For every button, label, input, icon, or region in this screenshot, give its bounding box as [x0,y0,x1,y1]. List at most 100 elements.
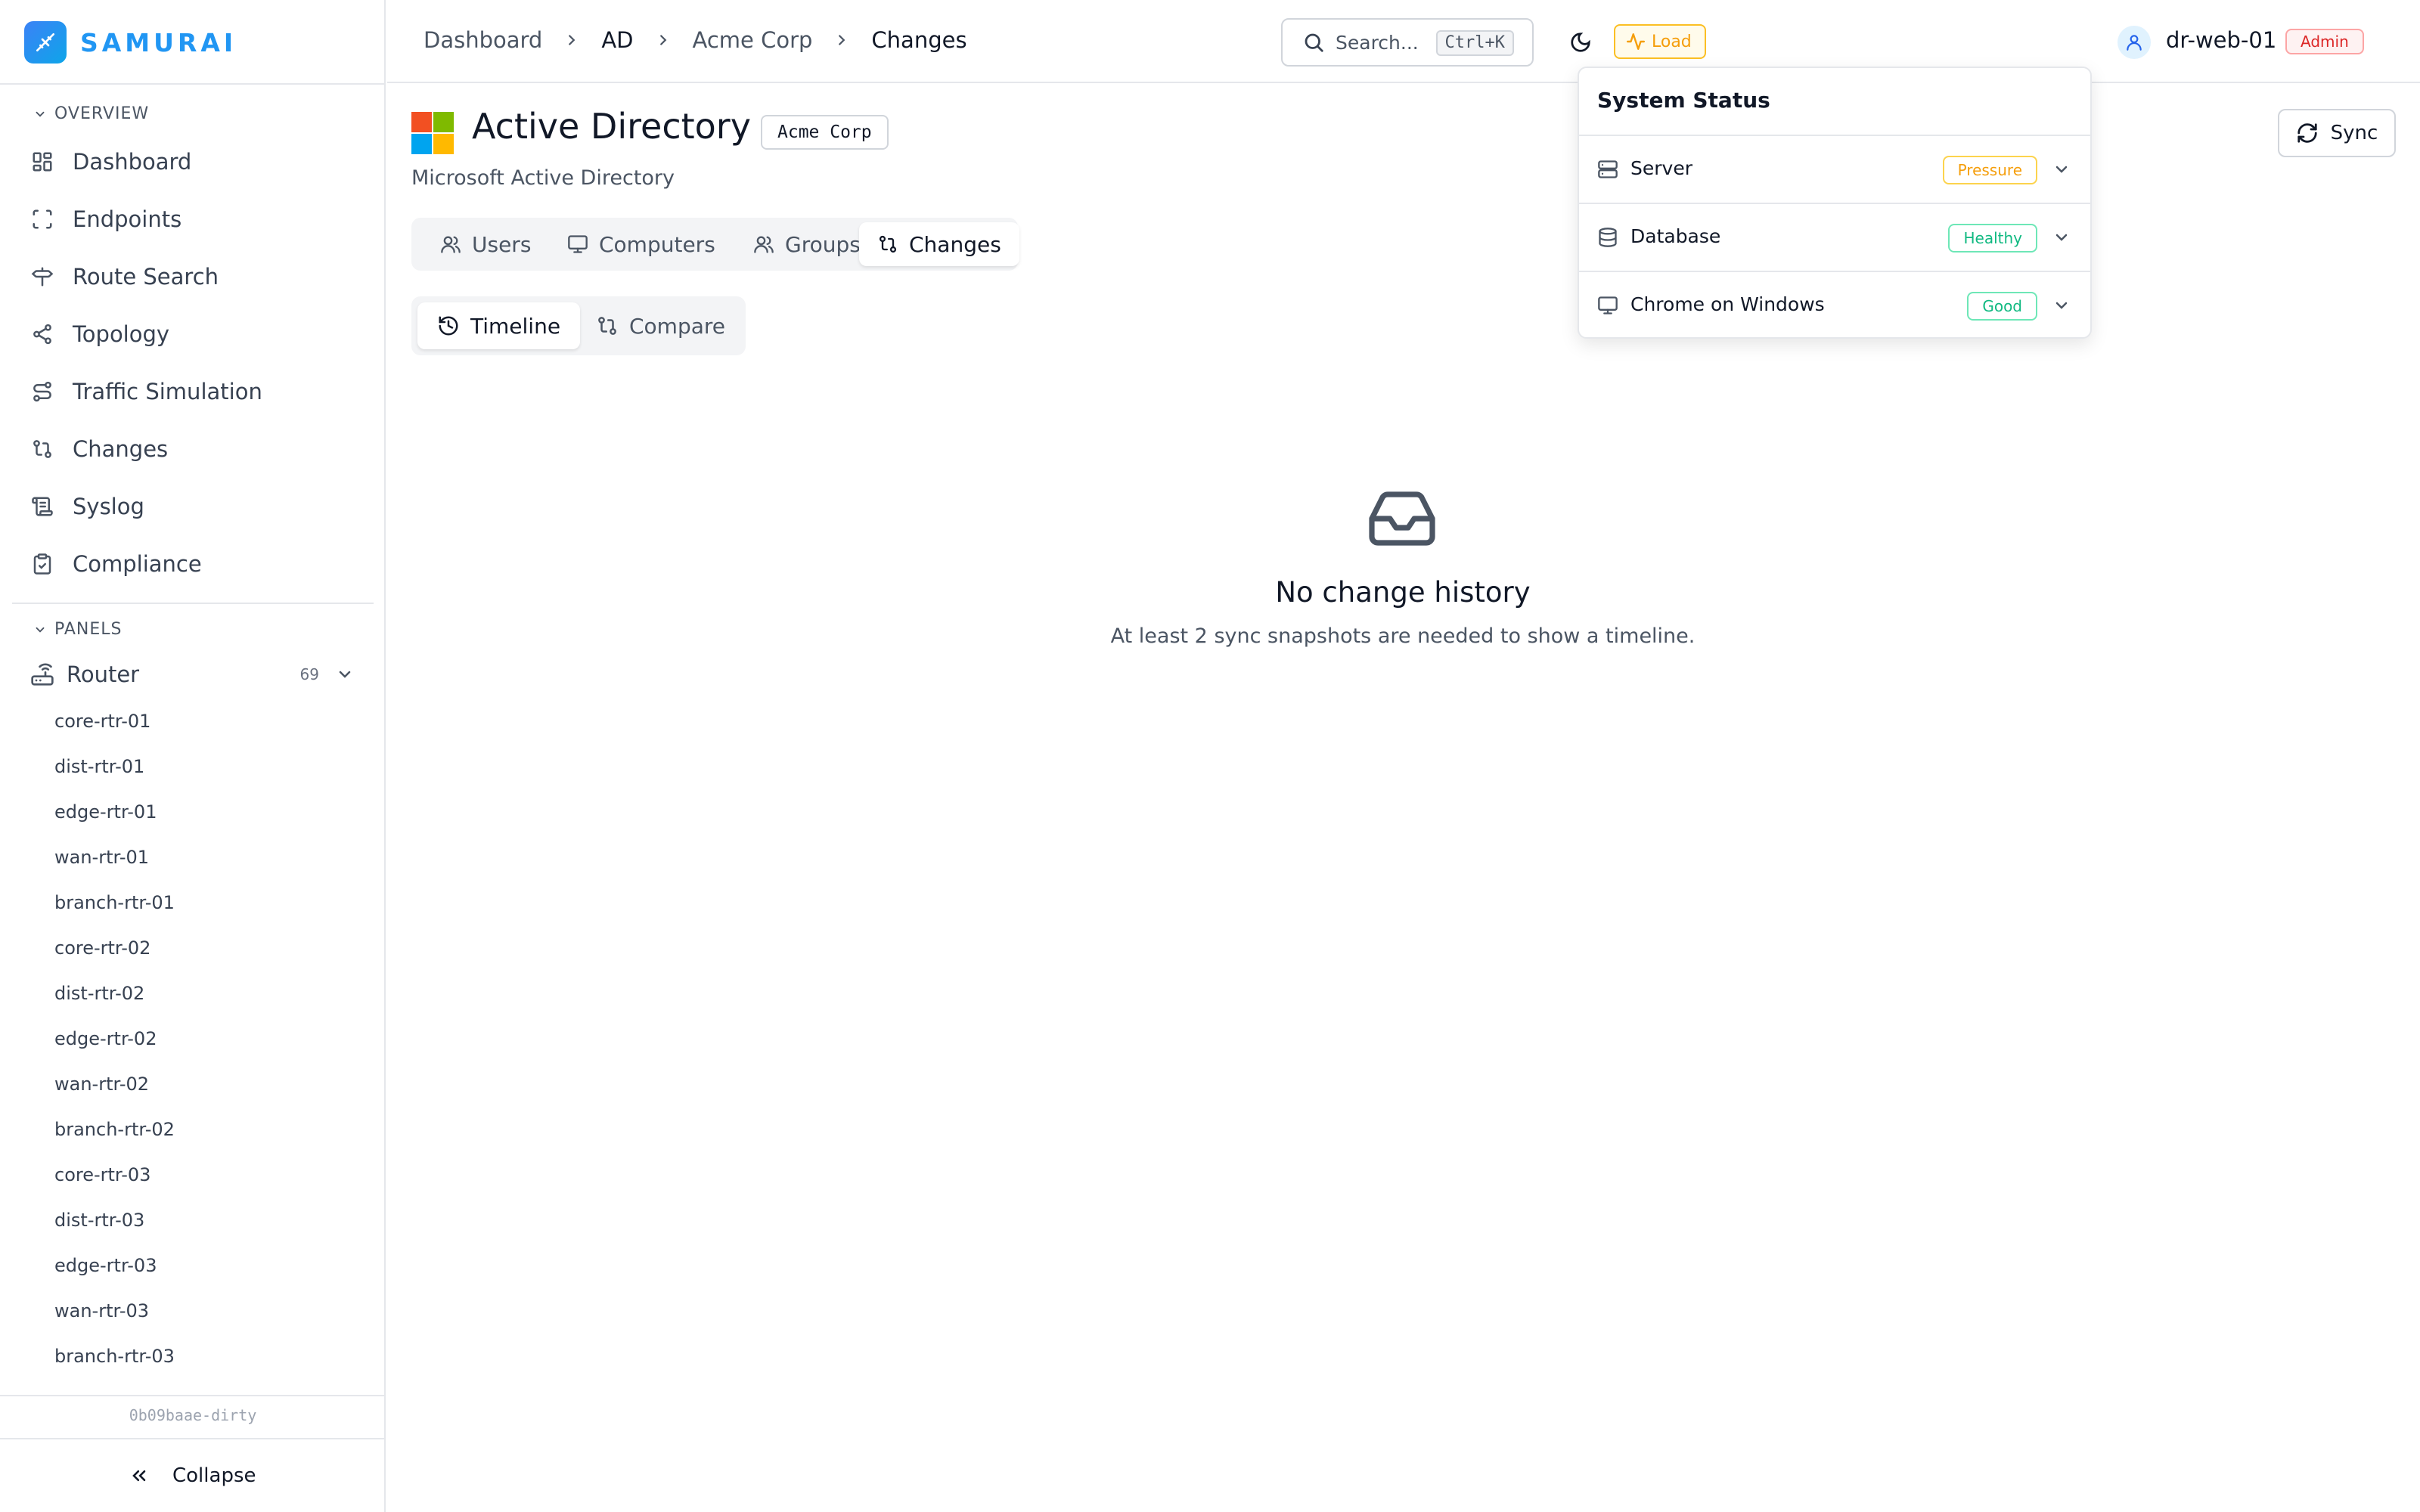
tab-users[interactable]: Users [422,222,549,266]
divider [0,1438,386,1439]
subtab-label: Compare [629,313,726,339]
chevron-right-icon [563,32,580,48]
subtab-label: Timeline [470,313,561,339]
breadcrumb-org[interactable]: Acme Corp [693,27,813,53]
moon-icon [1571,33,1590,52]
nav-compliance[interactable]: Compliance [27,540,360,588]
status-badge: Pressure [1942,156,2037,184]
microsoft-logo-icon [411,112,454,154]
device-item[interactable]: wan-rtr-01 [54,847,149,868]
nav-traffic-simulation[interactable]: Traffic Simulation [27,367,360,416]
main-tabs: Users Computers Groups Changes [411,218,1019,271]
changes-subtabs: Timeline Compare [411,296,746,355]
device-item[interactable]: branch-rtr-03 [54,1346,175,1367]
traffic-simulation-icon [27,376,57,407]
tab-changes[interactable]: Changes [859,222,1019,266]
status-row-client[interactable]: Chrome on Windows Good [1579,271,2090,337]
router-group-label: Router [67,662,140,687]
nav-endpoints[interactable]: Endpoints [27,195,360,243]
collapse-sidebar-button[interactable]: Collapse [129,1459,256,1492]
subtab-timeline[interactable]: Timeline [417,302,581,349]
load-status-button[interactable]: Load [1614,24,1706,59]
subtab-compare[interactable]: Compare [576,302,745,349]
device-item[interactable]: dist-rtr-03 [54,1210,144,1231]
user-icon [2127,35,2142,51]
theme-toggle-button[interactable] [1564,26,1597,59]
system-status-popover: System Status Server Pressure Database H… [1578,67,2092,339]
nav-route-search[interactable]: Route Search [27,253,360,301]
tab-label: Changes [909,231,1001,257]
history-icon [439,316,458,336]
router-icon [27,659,57,689]
router-group-toggle[interactable]: Router 69 [27,652,360,697]
status-row-database[interactable]: Database Healthy [1579,203,2090,269]
tab-groups[interactable]: Groups [735,222,879,266]
chevron-down-icon [2055,302,2068,309]
chevron-down-icon [339,671,351,678]
inbox-icon [1369,491,1435,546]
panels-section-toggle[interactable]: PANELS [33,620,123,639]
version-label: 0b09baae-dirty [129,1406,257,1424]
tab-label: Computers [599,231,715,257]
status-badge: Healthy [1948,224,2037,253]
device-item[interactable]: core-rtr-01 [54,711,150,732]
search-placeholder: Search... [1336,31,1419,54]
changes-icon [879,235,897,253]
divider [12,603,374,604]
compare-icon [598,317,616,335]
nav-label: Dashboard [73,149,192,175]
breadcrumb-ad[interactable]: AD [601,27,633,53]
tab-computers[interactable]: Computers [549,222,734,266]
device-item[interactable]: edge-rtr-01 [54,801,157,823]
device-item[interactable]: core-rtr-03 [54,1164,150,1185]
users-icon [441,236,461,253]
nav-label: Traffic Simulation [73,379,262,404]
server-icon [1598,160,1618,178]
app-name: SAMURAI [80,27,237,57]
device-item[interactable]: edge-rtr-03 [54,1255,157,1276]
nav-changes[interactable]: Changes [27,425,360,473]
device-item[interactable]: core-rtr-02 [54,937,150,959]
nav-label: Changes [73,436,169,462]
changes-icon [27,434,57,464]
device-item[interactable]: dist-rtr-01 [54,756,144,777]
chevron-down-icon [2055,166,2068,173]
user-avatar[interactable] [2118,26,2151,59]
collapse-label: Collapse [172,1464,256,1487]
nav-label: Syslog [73,494,144,519]
dashboard-icon [27,147,57,177]
nav-dashboard[interactable]: Dashboard [27,138,360,186]
sidebar: SAMURAI OVERVIEW Dashboard Endpoints Rou… [0,0,386,1512]
device-item[interactable]: branch-rtr-02 [54,1119,175,1140]
panels-label: PANELS [54,620,123,639]
device-item[interactable]: wan-rtr-03 [54,1300,149,1321]
chevron-right-icon [655,32,672,48]
overview-section-toggle[interactable]: OVERVIEW [33,104,149,123]
divider [0,1395,386,1396]
sync-button[interactable]: Sync [2278,109,2396,157]
user-name[interactable]: dr-web-01 [2166,27,2276,53]
nav-syslog[interactable]: Syslog [27,482,360,531]
page-subtitle: Microsoft Active Directory [411,166,675,190]
monitor-icon [568,235,588,253]
route-search-icon [27,262,57,292]
role-badge: Admin [2285,29,2364,54]
breadcrumb: Dashboard AD Acme Corp Changes [424,27,967,53]
search-input[interactable]: Search... Ctrl+K [1281,18,1534,67]
empty-state-title: No change history [1275,576,1531,609]
breadcrumb-current: Changes [871,27,967,53]
nav-topology[interactable]: Topology [27,310,360,358]
brand[interactable]: SAMURAI [24,20,237,65]
nav-label: Topology [73,321,170,347]
load-label: Load [1652,32,1692,51]
refresh-icon [2297,123,2317,143]
status-label: Database [1630,225,1721,247]
status-row-server[interactable]: Server Pressure [1579,135,2090,201]
breadcrumb-dashboard[interactable]: Dashboard [424,27,542,53]
samurai-logo-icon [24,21,67,64]
device-item[interactable]: branch-rtr-01 [54,892,175,913]
nav-label: Endpoints [73,206,182,232]
device-item[interactable]: dist-rtr-02 [54,983,144,1004]
device-item[interactable]: edge-rtr-02 [54,1028,157,1049]
device-item[interactable]: wan-rtr-02 [54,1074,149,1095]
